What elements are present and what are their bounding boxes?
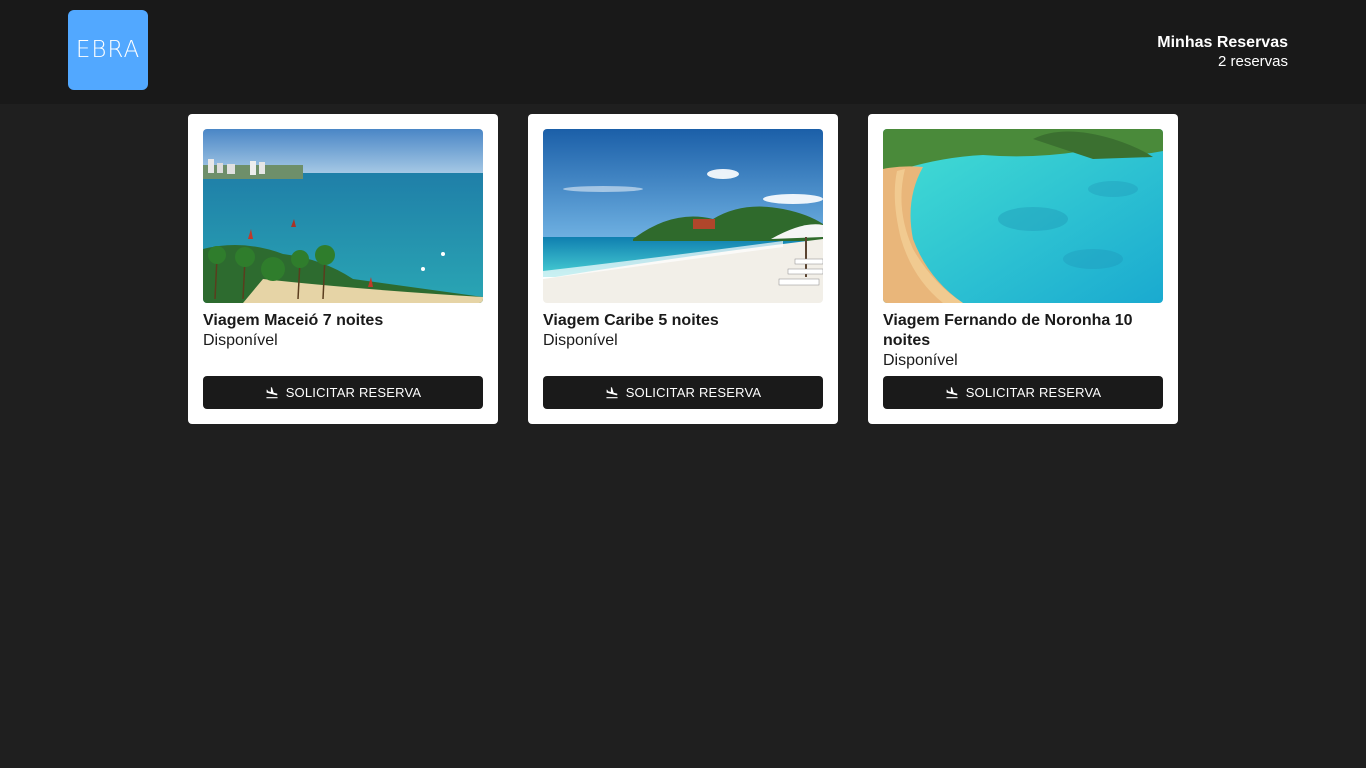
trip-card: Viagem Fernando de Noronha 10 noites Dis… (868, 114, 1178, 424)
trip-title: Viagem Fernando de Noronha 10 noites (883, 312, 1133, 349)
trip-status: Disponível (543, 332, 618, 349)
flight-land-icon (945, 386, 959, 400)
logo-text: EBRA (75, 37, 141, 63)
trip-image-maceio (203, 129, 483, 303)
request-reservation-button[interactable]: SOLICITAR RESERVA (203, 376, 483, 409)
app-header: EBRA Minhas Reservas 2 reservas (0, 0, 1366, 104)
flight-land-icon (605, 386, 619, 400)
trip-info: Viagem Fernando de Noronha 10 noites Dis… (883, 311, 1163, 370)
trip-status: Disponível (203, 332, 278, 349)
reservations-title: Minhas Reservas (1157, 34, 1288, 51)
my-reservations-link[interactable]: Minhas Reservas 2 reservas (1157, 34, 1288, 71)
reservations-count: 2 reservas (1217, 53, 1288, 70)
trip-title: Viagem Caribe 5 noites (543, 312, 719, 329)
trip-card: Viagem Maceió 7 noites Disponível SOLICI… (188, 114, 498, 424)
trip-card: Viagem Caribe 5 noites Disponível SOLICI… (528, 114, 838, 424)
trip-info: Viagem Maceió 7 noites Disponível (203, 311, 483, 350)
request-reservation-button[interactable]: SOLICITAR RESERVA (883, 376, 1163, 409)
request-reservation-label: SOLICITAR RESERVA (965, 385, 1102, 400)
trip-info: Viagem Caribe 5 noites Disponível (543, 311, 823, 350)
trip-status: Disponível (883, 352, 958, 369)
trip-image-noronha (883, 129, 1163, 303)
logo[interactable]: EBRA (68, 10, 148, 90)
trip-image-caribe (543, 129, 823, 303)
trip-title: Viagem Maceió 7 noites (203, 312, 384, 329)
request-reservation-button[interactable]: SOLICITAR RESERVA (543, 376, 823, 409)
request-reservation-label: SOLICITAR RESERVA (285, 385, 422, 400)
request-reservation-label: SOLICITAR RESERVA (625, 385, 762, 400)
flight-land-icon (265, 386, 279, 400)
